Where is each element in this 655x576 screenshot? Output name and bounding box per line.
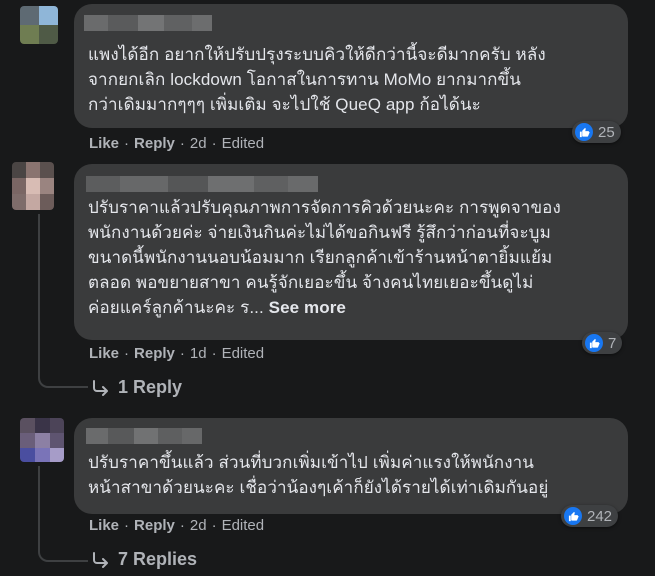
comment-bubble: ปรับราคาแล้วปรับคุณภาพการจัดการคิวด้วยนะ…: [74, 164, 628, 340]
avatar[interactable]: [12, 162, 54, 210]
comment-bubble: ปรับราคาขึ้นแล้ว ส่วนที่บวกเพิ่มเข้าไป เ…: [74, 418, 628, 514]
thread-connector: [38, 360, 88, 388]
reaction-count-value: 25: [598, 123, 615, 141]
comment-text: แพงได้อีก อยากให้ปรับปรุงระบบคิวให้ดีกว่…: [88, 45, 546, 114]
comment-actions: Like · Reply · 2d · Edited: [89, 517, 265, 534]
edited-label: Edited: [221, 345, 265, 362]
see-more-link[interactable]: See more: [269, 298, 346, 317]
thumbs-up-icon: [564, 507, 582, 525]
view-replies-link[interactable]: 1 Reply: [92, 377, 182, 398]
author-name-redacted[interactable]: [86, 428, 202, 444]
avatar[interactable]: [20, 6, 58, 44]
thread-line: [38, 214, 40, 372]
comment-text: ปรับราคาแล้วปรับคุณภาพการจัดการคิวด้วยนะ…: [88, 195, 624, 320]
thumbs-up-icon: [575, 123, 593, 141]
comment-bubble: แพงได้อีก อยากให้ปรับปรุงระบบคิวให้ดีกว่…: [74, 4, 628, 128]
timestamp[interactable]: 2d: [190, 517, 207, 534]
comment-actions: Like · Reply · 1d · Edited: [89, 345, 265, 362]
reply-arrow-icon: [93, 379, 108, 396]
avatar[interactable]: [20, 418, 64, 462]
reaction-count[interactable]: 242: [561, 505, 619, 527]
reaction-count[interactable]: 7: [582, 332, 623, 354]
thumbs-up-icon: [585, 334, 603, 352]
view-replies-link[interactable]: 7 Replies: [92, 549, 197, 570]
reaction-count[interactable]: 25: [572, 121, 621, 143]
like-button[interactable]: Like: [89, 345, 119, 362]
reply-button[interactable]: Reply: [134, 135, 175, 152]
timestamp[interactable]: 1d: [190, 345, 207, 362]
thread-connector: [38, 534, 88, 562]
comment-text: ปรับราคาขึ้นแล้ว ส่วนที่บวกเพิ่มเข้าไป เ…: [88, 453, 549, 497]
author-name-redacted[interactable]: [86, 176, 318, 192]
replies-count: 7 Replies: [118, 549, 198, 569]
comment-actions: Like · Reply · 2d · Edited: [89, 135, 265, 152]
replies-count: 1 Reply: [118, 377, 183, 397]
like-button[interactable]: Like: [89, 135, 119, 152]
reply-arrow-icon: [93, 551, 108, 568]
reaction-count-value: 242: [587, 507, 613, 525]
reply-button[interactable]: Reply: [134, 345, 175, 362]
edited-label: Edited: [221, 135, 265, 152]
edited-label: Edited: [221, 517, 265, 534]
reaction-count-value: 7: [608, 334, 617, 352]
author-name-redacted[interactable]: [84, 15, 212, 31]
reply-button[interactable]: Reply: [134, 517, 175, 534]
timestamp[interactable]: 2d: [190, 135, 207, 152]
like-button[interactable]: Like: [89, 517, 119, 534]
